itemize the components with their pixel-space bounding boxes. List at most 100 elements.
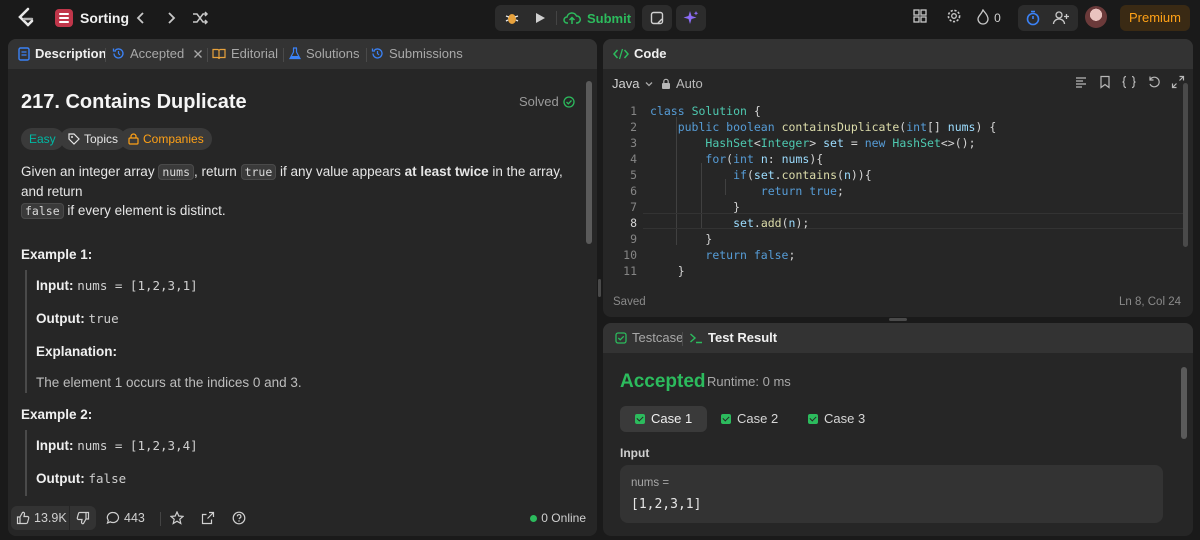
description-tabbar: Description Accepted Editorial Solutions… — [8, 39, 597, 69]
tab-test-result-label: Test Result — [708, 330, 778, 345]
language-select[interactable]: Java — [612, 76, 654, 91]
input-var-value: [1,2,3,1] — [631, 497, 702, 512]
streak-counter[interactable]: 0 — [976, 8, 1012, 28]
stopwatch-icon[interactable] — [1025, 10, 1041, 26]
share-icon[interactable] — [201, 511, 215, 525]
tab-description[interactable]: Description — [18, 46, 107, 61]
companies-chip[interactable]: Companies — [120, 128, 212, 150]
comment-count: 443 — [124, 511, 145, 525]
curly-braces-icon[interactable] — [1121, 75, 1137, 89]
tab-submissions[interactable]: Submissions — [371, 46, 463, 61]
inline-code: false — [21, 203, 64, 219]
example-2-output: Output: false — [36, 471, 127, 486]
tag-icon — [68, 133, 80, 145]
flask-icon — [289, 47, 301, 60]
example-1-explanation: The element 1 occurs at the indices 0 an… — [36, 375, 302, 390]
example-1-input: Input: nums = [1,2,3,1] — [36, 278, 198, 293]
case-tab-3[interactable]: Case 3 — [793, 406, 880, 432]
next-problem-icon[interactable] — [161, 8, 181, 28]
tab-testcase[interactable]: Testcase — [615, 330, 683, 345]
save-status: Saved — [613, 296, 646, 308]
input-heading: Input — [620, 446, 650, 460]
like-button[interactable]: 13.9K — [11, 506, 69, 530]
notes-button[interactable] — [642, 5, 672, 31]
code-tabbar: Code — [603, 39, 1193, 69]
test-scrollbar[interactable] — [1181, 367, 1187, 439]
difficulty-badge[interactable]: Easy — [21, 128, 64, 150]
line-number: 11 — [623, 264, 637, 278]
case-tab-1[interactable]: Case 1 — [620, 406, 708, 432]
code-panel: Code Java Auto 1 2 3 4 5 6 7 8 9 10 11 class Solut… — [603, 39, 1193, 317]
comments-button[interactable]: 443 — [106, 511, 145, 525]
run-submit-group: Submit — [495, 5, 635, 31]
code-line: public boolean containsDuplicate(int[] n… — [677, 120, 997, 134]
premium-button[interactable]: Premium — [1120, 5, 1190, 31]
debug-button[interactable] — [499, 5, 525, 31]
code-line: if(set.contains(n)){ — [733, 168, 872, 182]
reset-icon[interactable] — [1147, 75, 1161, 89]
bookmark-icon[interactable] — [1099, 75, 1111, 89]
play-icon — [536, 13, 545, 23]
thumbs-up-icon — [16, 511, 30, 525]
dislike-button[interactable] — [70, 506, 96, 530]
tab-accepted[interactable]: Accepted — [112, 46, 203, 61]
companies-label: Companies — [143, 132, 204, 146]
prev-problem-icon[interactable] — [131, 8, 151, 28]
code-line: class Solution { — [650, 104, 761, 118]
tab-editorial[interactable]: Editorial — [212, 46, 278, 61]
tab-test-result[interactable]: Test Result — [689, 330, 777, 345]
submit-label: Submit — [586, 10, 632, 26]
format-lines-icon[interactable] — [1074, 75, 1088, 89]
description-footer: 13.9K 443 0 Online — [8, 500, 597, 536]
code-editor[interactable]: 1 2 3 4 5 6 7 8 9 10 11 class Solution { public bo… — [603, 99, 1193, 279]
tab-code[interactable]: Code — [613, 46, 667, 61]
description-scrollbar[interactable] — [586, 81, 592, 244]
ai-assist-button[interactable] — [676, 5, 706, 31]
settings-gear-icon[interactable] — [944, 8, 964, 28]
layout-icon[interactable] — [910, 8, 930, 28]
close-icon[interactable] — [193, 49, 203, 59]
leetcode-logo-icon[interactable] — [14, 6, 38, 30]
online-count: 0 Online — [541, 511, 586, 525]
star-icon[interactable] — [170, 511, 184, 525]
inline-code: nums — [158, 164, 195, 180]
autocomplete-toggle[interactable]: Auto — [661, 76, 703, 91]
check-icon — [721, 414, 731, 424]
run-button[interactable] — [527, 5, 553, 31]
code-brackets-icon — [613, 48, 629, 59]
document-icon — [18, 46, 30, 61]
autocomplete-label: Auto — [676, 76, 703, 91]
topics-label: Topics — [84, 132, 119, 146]
vertical-resize-handle[interactable] — [598, 279, 601, 297]
example-1-output: Output: true — [36, 311, 119, 326]
history-icon — [112, 48, 124, 59]
history-icon — [371, 48, 383, 59]
case-tab-2[interactable]: Case 2 — [706, 406, 793, 432]
help-icon[interactable] — [232, 511, 246, 525]
verdict-label: Accepted — [620, 371, 706, 392]
input-value-box: nums = [1,2,3,1] — [620, 465, 1163, 523]
test-tabbar: Testcase Test Result — [603, 323, 1193, 353]
line-number: 8 — [630, 216, 637, 230]
flame-icon — [977, 8, 989, 25]
check-circle-icon — [563, 95, 575, 108]
submit-button[interactable]: Submit — [561, 5, 633, 31]
difficulty-label: Easy — [29, 132, 56, 146]
shuffle-icon[interactable] — [190, 8, 210, 28]
line-number: 4 — [630, 152, 637, 166]
terminal-icon — [690, 332, 702, 343]
topics-chip[interactable]: Topics — [60, 128, 127, 150]
note-icon — [650, 11, 664, 25]
resize-handle[interactable] — [889, 318, 907, 321]
code-scrollbar[interactable] — [1183, 83, 1188, 247]
tab-solutions[interactable]: Solutions — [289, 46, 359, 61]
problem-list-icon[interactable] — [55, 9, 73, 27]
avatar[interactable] — [1085, 6, 1107, 28]
solved-indicator: Solved — [519, 94, 575, 109]
line-number: 1 — [630, 104, 637, 118]
add-user-icon[interactable] — [1052, 10, 1070, 26]
tab-description-label: Description — [35, 46, 107, 61]
code-line: set.add(n); — [733, 216, 810, 230]
problem-title: 217. Contains Duplicate — [21, 91, 247, 113]
problem-list-title[interactable]: Sorting — [80, 10, 129, 26]
